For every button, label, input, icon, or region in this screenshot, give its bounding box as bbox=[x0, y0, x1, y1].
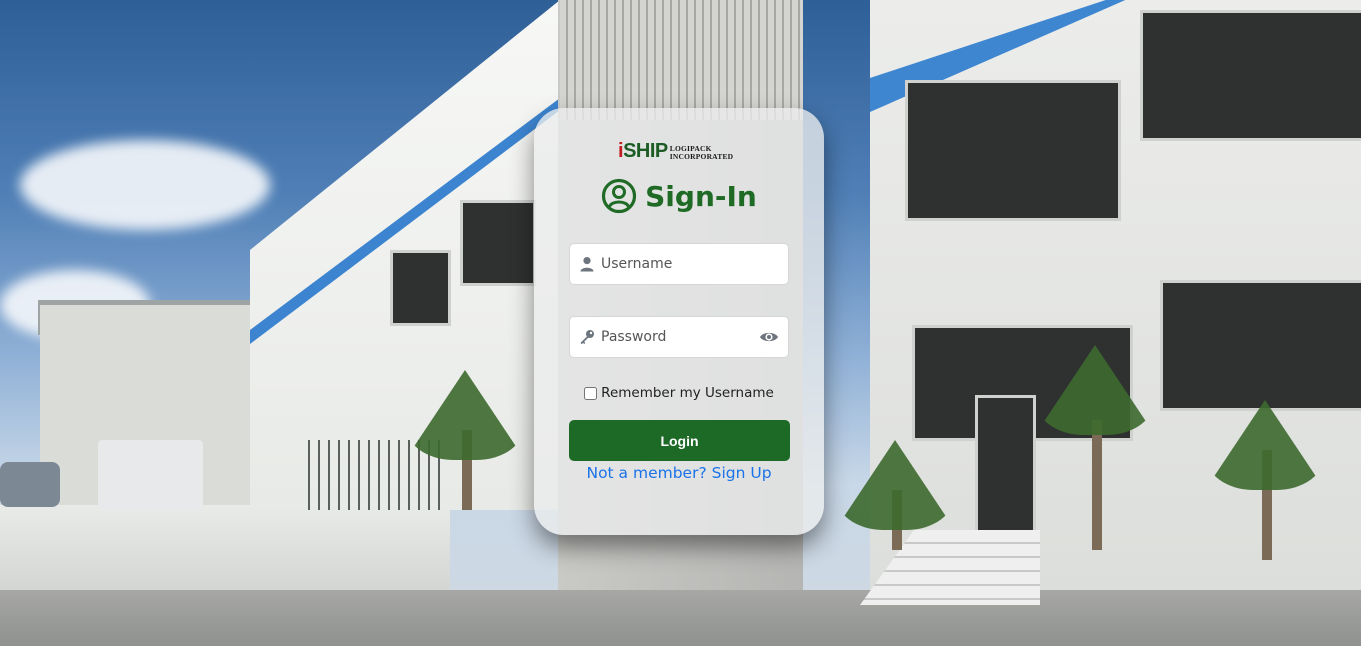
remember-checkbox[interactable] bbox=[584, 386, 598, 400]
username-field[interactable] bbox=[569, 243, 789, 285]
window bbox=[905, 80, 1121, 221]
palm-tree bbox=[835, 440, 955, 530]
remember-label: Remember my Username bbox=[601, 385, 774, 401]
logo-sub-line2: INCORPORATED bbox=[669, 152, 734, 161]
middle-building-grill bbox=[560, 0, 803, 120]
palm-trunk bbox=[1092, 420, 1102, 550]
remember-username[interactable]: Remember my Username bbox=[534, 385, 824, 401]
window bbox=[1160, 280, 1361, 411]
palm-tree bbox=[1035, 345, 1155, 435]
company-logo: iSHIP LOGIPACK INCORPORATED bbox=[618, 141, 733, 161]
sign-in-heading: Sign-In bbox=[534, 178, 824, 214]
car bbox=[0, 462, 60, 507]
username-input[interactable] bbox=[601, 244, 788, 284]
password-input[interactable] bbox=[601, 317, 759, 357]
login-card: iSHIP LOGIPACK INCORPORATED Sign-In User… bbox=[534, 108, 824, 535]
palm-tree bbox=[1205, 400, 1325, 490]
key-icon bbox=[580, 330, 594, 345]
window bbox=[460, 200, 536, 286]
logo-mark: iSHIP bbox=[618, 141, 668, 161]
login-button[interactable]: Login bbox=[569, 420, 790, 461]
gate bbox=[300, 440, 440, 510]
password-field[interactable] bbox=[569, 316, 789, 358]
cloud bbox=[20, 140, 270, 230]
door bbox=[975, 395, 1036, 536]
user-circle-icon bbox=[602, 178, 637, 214]
palm-tree bbox=[405, 370, 525, 460]
truck bbox=[98, 440, 203, 510]
eye-icon[interactable] bbox=[759, 327, 779, 347]
window bbox=[390, 250, 451, 326]
sign-up-link[interactable]: Not a member? Sign Up bbox=[534, 464, 824, 482]
logo-subtitle: LOGIPACK INCORPORATED bbox=[670, 145, 734, 161]
window bbox=[1140, 10, 1361, 141]
ground bbox=[0, 590, 1361, 646]
user-icon bbox=[580, 257, 594, 272]
page-title: Sign-In bbox=[645, 179, 757, 213]
logo-mark-text: SHIP bbox=[623, 140, 668, 162]
